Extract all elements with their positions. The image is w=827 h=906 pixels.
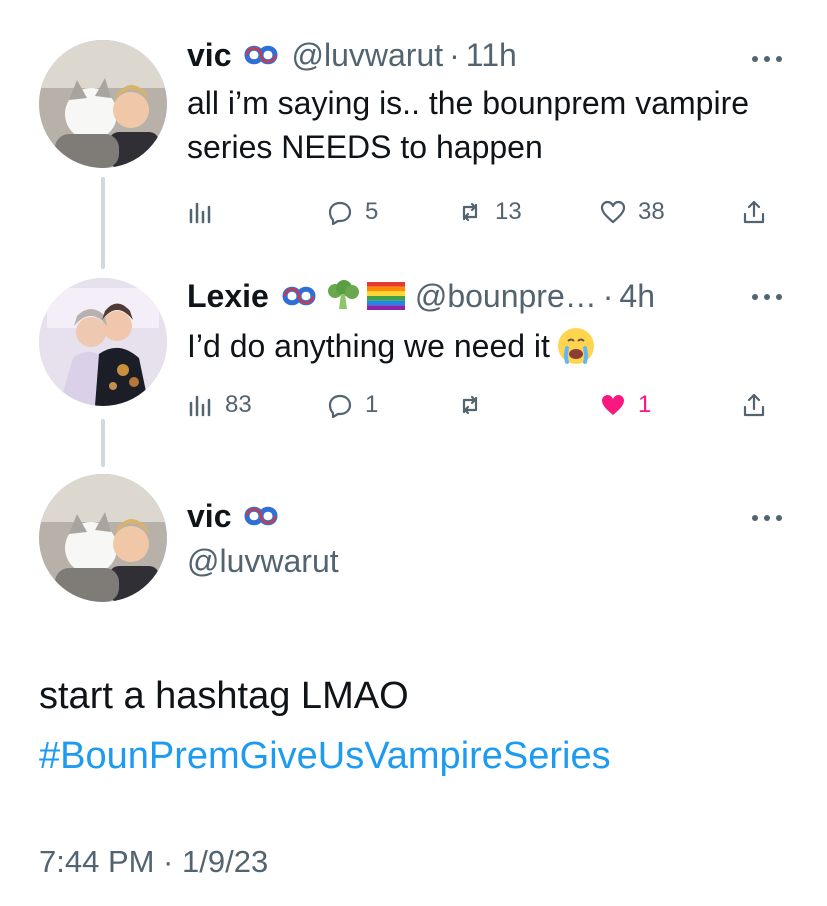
tweet-header: vic @luvwarut · 11h [187, 35, 517, 75]
retweet-count: 13 [495, 198, 522, 225]
tweet-text: I’d do anything we need it [187, 324, 797, 368]
retweet-icon [462, 395, 478, 415]
reply-icon [328, 394, 352, 418]
views-count: 83 [225, 391, 252, 418]
heart-filled-icon [602, 395, 624, 415]
like-count: 38 [638, 198, 665, 225]
hashtag-link[interactable]: #BounPremGiveUsVampireSeries [39, 726, 799, 786]
separator-dot: · [449, 37, 460, 73]
tweet-time[interactable]: 11h [466, 35, 517, 75]
more-button[interactable] [751, 512, 783, 524]
tweet-actions: 83 1 1 [187, 388, 777, 422]
reply-button[interactable]: 1 [327, 388, 378, 422]
author-handle[interactable]: @bounpre… [415, 276, 597, 316]
avatar[interactable] [39, 474, 167, 602]
separator-dot: · [602, 278, 614, 314]
more-icon [752, 56, 782, 62]
tweet-text-content: I’d do anything we need it [187, 328, 550, 364]
like-button[interactable]: 38 [600, 195, 665, 229]
heart-icon [600, 200, 626, 224]
tweet-timestamp[interactable]: 7:44 PM · 1/9/23 [39, 842, 268, 882]
more-icon [752, 294, 782, 300]
broccoli-emoji [325, 280, 361, 312]
author-handle[interactable]: @luvwarut [187, 541, 339, 581]
author-name[interactable]: vic [187, 35, 231, 75]
reply-icon [328, 201, 352, 225]
share-button[interactable] [741, 195, 767, 229]
reply-count: 5 [365, 198, 379, 225]
share-icon [743, 393, 765, 417]
views-button[interactable]: 83 [187, 388, 252, 422]
retweet-button[interactable]: 13 [457, 195, 522, 229]
knot-emoji [241, 500, 281, 532]
more-button[interactable] [751, 291, 783, 303]
author-handle[interactable]: @luvwarut [291, 35, 443, 75]
tweet-actions: 5 13 38 [187, 195, 777, 229]
more-icon [752, 515, 782, 521]
tweet-time[interactable]: 4h [619, 276, 655, 316]
views-icon [189, 395, 211, 417]
thread-tweet-1[interactable]: vic @luvwarut · 11h all i’m saying is.. … [0, 0, 827, 260]
views-button[interactable] [187, 195, 225, 229]
like-count: 1 [638, 391, 652, 418]
share-button[interactable] [741, 388, 767, 422]
detail-text-line: start a hashtag LMAO [39, 675, 409, 717]
author-name[interactable]: vic [187, 496, 231, 536]
avatar[interactable] [39, 40, 167, 168]
avatar-image [39, 40, 167, 168]
crying-emoji [556, 326, 596, 366]
tweet-text: all i’m saying is.. the bounprem vampire… [187, 85, 750, 165]
detail-tweet-text: start a hashtag LMAO #BounPremGiveUsVamp… [39, 666, 799, 786]
more-button[interactable] [751, 53, 783, 65]
reply-count: 1 [365, 391, 379, 418]
thread-tweet-2[interactable]: Lexie @bounpre… · 4h I’d do anything we … [0, 260, 827, 450]
retweet-icon [462, 202, 478, 222]
avatar[interactable] [39, 278, 167, 406]
like-button[interactable]: 1 [600, 388, 651, 422]
avatar-image [39, 278, 167, 406]
detail-header: vic [187, 496, 281, 536]
views-icon [189, 202, 211, 224]
author-name[interactable]: Lexie [187, 276, 269, 316]
knot-emoji [241, 39, 281, 71]
rainbow-flag-emoji [366, 280, 405, 312]
tweet-header: Lexie @bounpre… · 4h [187, 276, 655, 316]
reply-button[interactable]: 5 [327, 195, 378, 229]
retweet-button[interactable] [457, 388, 495, 422]
avatar-image [39, 474, 167, 602]
knot-emoji [279, 280, 319, 312]
share-icon [743, 200, 765, 224]
